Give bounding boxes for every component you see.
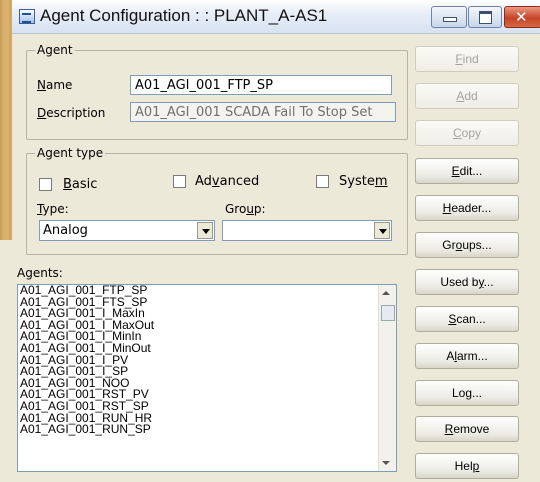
agent-type-groupbox: Agent type Basic Advanced System Type: G… [26, 146, 408, 255]
name-label: Name [37, 78, 73, 92]
agent-groupbox: Agent Name A01_AGI_001_FTP_SP Descriptio… [26, 43, 408, 140]
groups-button[interactable]: Groups... [415, 232, 519, 258]
list-item[interactable]: A01_AGI_001_RUN_SP [18, 423, 396, 436]
title-bar[interactable]: Agent Configuration : : PLANT_A-AS1 ✕ [12, 0, 540, 34]
scroll-up-icon[interactable] [382, 291, 390, 295]
minimize-button[interactable] [431, 6, 467, 28]
advanced-checkbox[interactable] [173, 175, 186, 188]
header-button[interactable]: Header... [415, 195, 519, 221]
agents-label: Agents: [17, 266, 63, 280]
basic-checkbox[interactable] [39, 178, 52, 191]
find-button[interactable]: Find [415, 46, 519, 72]
group-label: Group: [225, 202, 266, 216]
edit-button[interactable]: Edit... [415, 158, 519, 184]
type-label: Type: [37, 202, 69, 216]
add-button[interactable]: Add [415, 83, 519, 109]
advanced-label: Advanced [195, 174, 260, 189]
type-select[interactable]: Analog [39, 220, 215, 241]
list-scrollbar[interactable] [378, 285, 396, 471]
type-select-value: Analog [43, 223, 88, 238]
system-checkbox[interactable] [316, 175, 329, 188]
group-select[interactable] [222, 220, 392, 241]
help-button[interactable]: Help [415, 453, 519, 479]
basic-label: Basic [63, 177, 98, 192]
copy-button[interactable]: Copy [415, 120, 519, 146]
name-field[interactable]: A01_AGI_001_FTP_SP [130, 75, 392, 95]
scroll-down-icon[interactable] [382, 461, 390, 465]
window-title: Agent Configuration : : PLANT_A-AS1 [40, 6, 328, 25]
agent-type-group-label: Agent type [35, 146, 106, 160]
agents-listbox[interactable]: A01_AGI_001_FTP_SP A01_AGI_001_FTS_SP A01_… [17, 284, 397, 472]
minimize-icon [443, 17, 457, 22]
used-by-button[interactable]: Used by... [415, 269, 519, 295]
log-button[interactable]: Log... [415, 380, 519, 406]
description-label: Description [37, 106, 106, 120]
maximize-icon [479, 11, 492, 24]
scan-button[interactable]: Scan... [415, 306, 519, 332]
alarm-button[interactable]: Alarm... [415, 343, 519, 369]
description-field[interactable]: A01_AGI_001 SCADA Fail To Stop Set [130, 102, 396, 122]
close-button[interactable]: ✕ [504, 6, 540, 28]
scroll-thumb[interactable] [381, 305, 395, 321]
chevron-down-icon [374, 222, 390, 239]
app-icon [19, 9, 35, 24]
remove-button[interactable]: Remove [415, 416, 519, 442]
maximize-button[interactable] [468, 6, 502, 28]
agent-group-label: Agent [35, 43, 75, 57]
close-icon: ✕ [515, 8, 528, 26]
chevron-down-icon [197, 222, 213, 239]
system-label: System [339, 174, 388, 189]
